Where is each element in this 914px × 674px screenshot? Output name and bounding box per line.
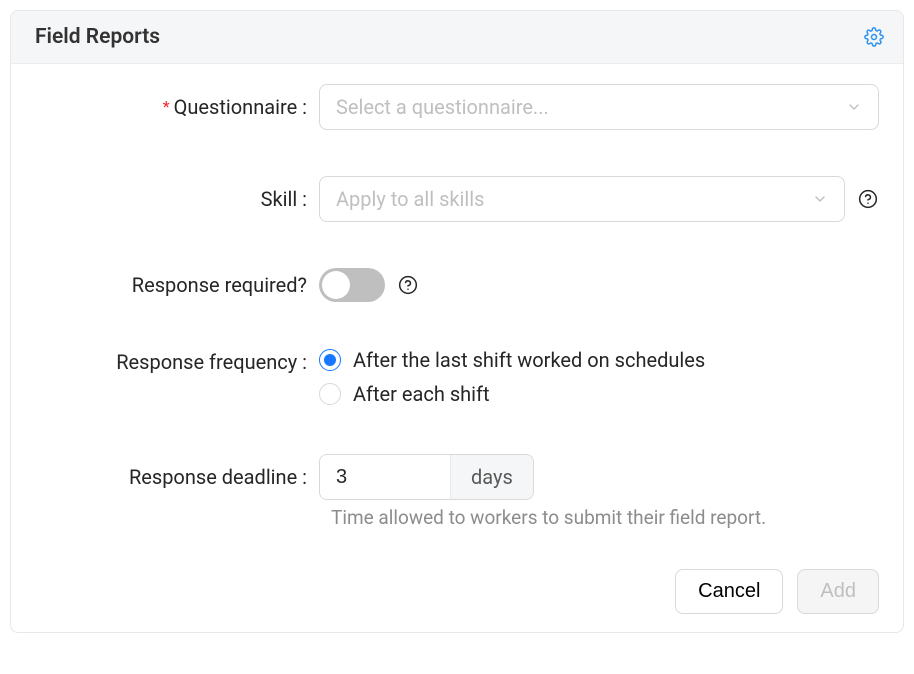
row-skill: Skill : Apply to all skills bbox=[35, 176, 879, 222]
radio-icon bbox=[319, 349, 341, 371]
help-icon[interactable] bbox=[397, 274, 419, 296]
panel-header: Field Reports bbox=[11, 11, 903, 64]
chevron-down-icon bbox=[812, 191, 828, 207]
gear-icon[interactable] bbox=[863, 26, 885, 48]
field-reports-panel: Field Reports *Questionnaire : Select a … bbox=[10, 10, 904, 633]
response-required-toggle[interactable] bbox=[319, 268, 385, 302]
skill-select[interactable]: Apply to all skills bbox=[319, 176, 845, 222]
panel-body: *Questionnaire : Select a questionnaire.… bbox=[11, 64, 903, 632]
row-questionnaire: *Questionnaire : Select a questionnaire.… bbox=[35, 84, 879, 130]
questionnaire-placeholder: Select a questionnaire... bbox=[336, 95, 549, 119]
deadline-input-group: days bbox=[319, 454, 534, 500]
radio-option-after-last-shift[interactable]: After the last shift worked on schedules bbox=[319, 348, 705, 372]
skill-placeholder: Apply to all skills bbox=[336, 187, 484, 211]
deadline-input[interactable] bbox=[320, 455, 450, 499]
radio-label: After the last shift worked on schedules bbox=[353, 348, 705, 372]
label-response-required: Response required? bbox=[35, 271, 319, 299]
panel-title: Field Reports bbox=[35, 25, 160, 49]
required-mark: * bbox=[163, 97, 170, 116]
label-questionnaire: *Questionnaire : bbox=[35, 93, 319, 121]
deadline-helptext: Time allowed to workers to submit their … bbox=[331, 506, 879, 529]
add-button[interactable]: Add bbox=[797, 569, 879, 614]
chevron-down-icon bbox=[846, 99, 862, 115]
help-icon[interactable] bbox=[857, 188, 879, 210]
questionnaire-select[interactable]: Select a questionnaire... bbox=[319, 84, 879, 130]
footer: Cancel Add bbox=[35, 569, 879, 614]
radio-label: After each shift bbox=[353, 382, 490, 406]
label-response-frequency: Response frequency : bbox=[35, 348, 319, 376]
label-text: Questionnaire : bbox=[174, 95, 307, 119]
radio-icon bbox=[319, 383, 341, 405]
row-response-frequency: Response frequency : After the last shif… bbox=[35, 348, 879, 406]
row-response-required: Response required? bbox=[35, 268, 879, 302]
deadline-unit: days bbox=[450, 455, 533, 499]
label-skill: Skill : bbox=[35, 185, 319, 213]
cancel-button[interactable]: Cancel bbox=[675, 569, 783, 614]
label-response-deadline: Response deadline : bbox=[35, 463, 319, 491]
toggle-knob bbox=[322, 271, 350, 299]
radio-option-after-each-shift[interactable]: After each shift bbox=[319, 382, 490, 406]
row-response-deadline: Response deadline : days bbox=[35, 454, 879, 500]
